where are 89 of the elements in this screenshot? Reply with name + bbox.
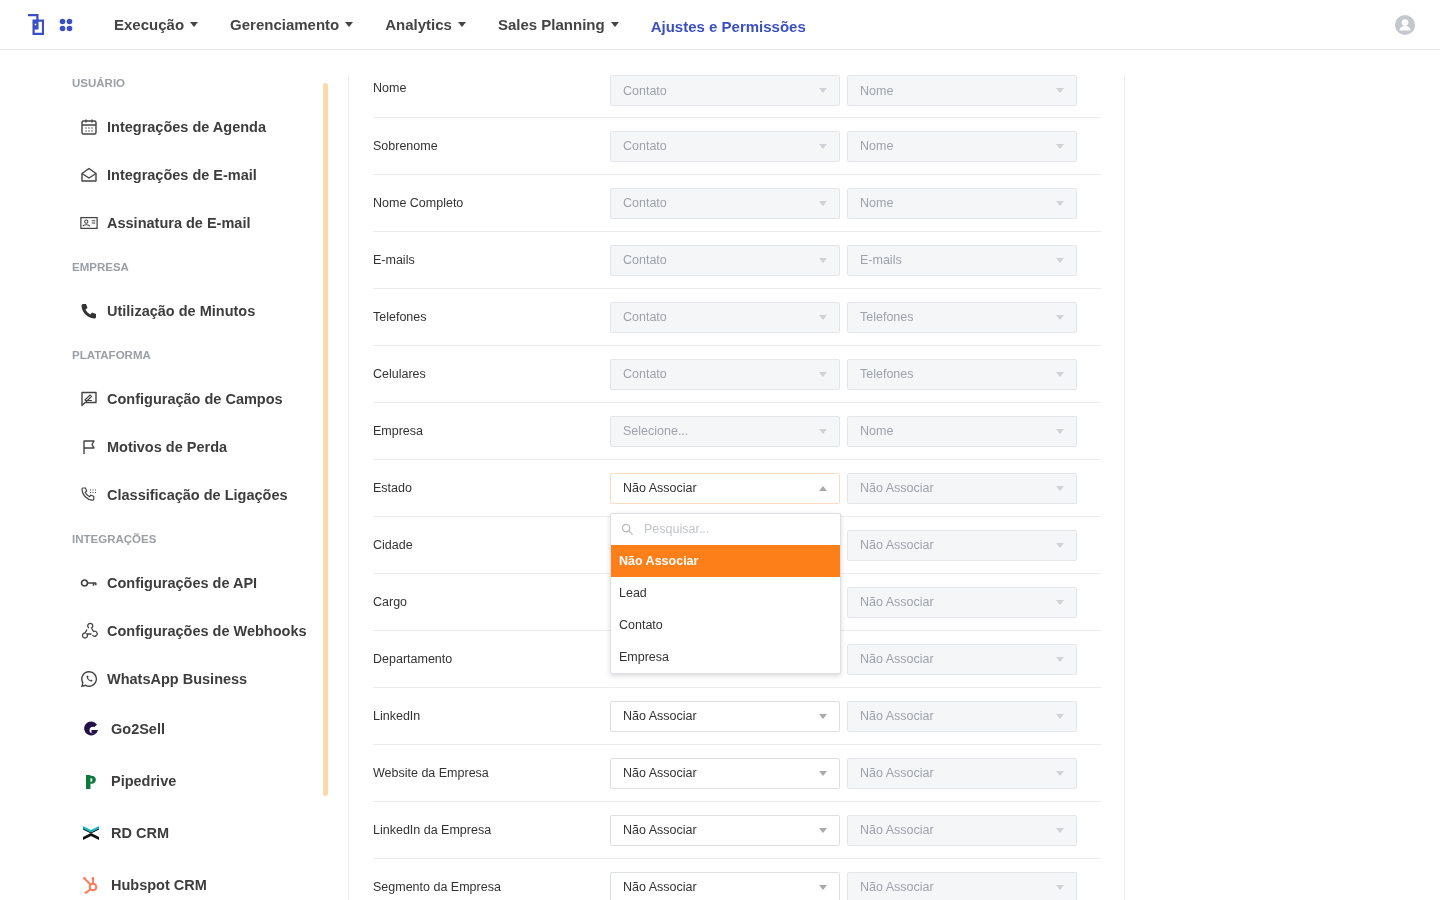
caret-icon (819, 88, 827, 93)
field-label: Departamento (373, 652, 454, 666)
sprocket-logo-icon (82, 876, 100, 894)
caret-icon (1056, 428, 1064, 434)
caret-icon (819, 143, 827, 149)
scrollbar[interactable] (323, 83, 328, 796)
sidebar-item[interactable]: WhatsApp Business (72, 655, 330, 703)
flag-icon (80, 438, 98, 456)
section-heading: INTEGRAÇÕES (72, 532, 158, 547)
caret-icon (1056, 713, 1064, 719)
field-label: Empresa (373, 424, 425, 438)
search-icon (621, 522, 634, 536)
caret-icon (819, 884, 827, 890)
caret-icon (1056, 485, 1064, 491)
dropdown-option[interactable]: Empresa (611, 640, 840, 673)
caret-icon (1056, 599, 1064, 605)
logo-icon[interactable] (27, 14, 44, 35)
caret-icon (819, 314, 827, 320)
caret-icon (1056, 314, 1064, 320)
sidebar-item[interactable]: Configuração de Campos (72, 375, 330, 423)
caret-icon (1056, 143, 1064, 149)
g-logo-icon (82, 720, 100, 738)
field-label: Segmento da Empresa (373, 880, 502, 894)
caret-icon (819, 428, 827, 434)
field-label: Sobrenome (373, 139, 439, 153)
id-card-icon (80, 214, 98, 232)
sidebar-item[interactable]: Configurações de API (72, 559, 330, 607)
dropdown-option[interactable]: Lead (611, 576, 840, 609)
caret-icon (1056, 884, 1064, 890)
field-label: LinkedIn (373, 709, 422, 723)
caret-icon (819, 713, 827, 719)
apps-icon[interactable] (59, 17, 73, 32)
envelope-icon (80, 166, 98, 184)
dropdown-option[interactable]: Contato (611, 608, 840, 641)
caret-icon (1056, 88, 1064, 93)
caret-icon (1056, 257, 1064, 263)
field-label: Cargo (373, 595, 409, 609)
select-field[interactable]: Não Associar (610, 871, 840, 900)
select-field[interactable]: Não Associar (610, 814, 840, 846)
caret-icon (819, 827, 827, 833)
sidebar-item[interactable]: Go2Sell (72, 703, 330, 755)
field-label: Celulares (373, 367, 427, 381)
caret-icon (1056, 542, 1064, 548)
select-field[interactable]: Não Associar (610, 472, 840, 504)
caret-icon (1056, 770, 1064, 776)
field-label: LinkedIn da Empresa (373, 823, 493, 837)
chevrons-logo-icon (82, 824, 100, 842)
sidebar-item[interactable]: Configurações de Webhooks (72, 607, 330, 655)
caret-icon (1056, 371, 1064, 377)
phone-icon (80, 486, 98, 504)
field-label: E-mails (373, 253, 416, 267)
field-label: Telefones (373, 310, 428, 324)
select-field[interactable]: Não Associar (610, 700, 840, 732)
field-label: Nome (373, 81, 408, 95)
caret-icon (819, 257, 827, 263)
field-label: Estado (373, 481, 413, 495)
select-field[interactable]: Não Associar (610, 757, 840, 789)
section-heading: PLATAFORMA (72, 348, 152, 363)
webhook-icon (80, 622, 98, 640)
calendar-icon (80, 118, 98, 136)
phone-icon (80, 302, 98, 320)
section-heading: EMPRESA (72, 260, 130, 275)
nav-menu[interactable]: Analytics (369, 16, 482, 33)
chat-edit-icon (80, 390, 98, 408)
sidebar-item[interactable]: Classificação de Ligações (72, 471, 330, 519)
section-heading: USUÁRIO (72, 76, 127, 91)
sidebar-item[interactable]: Integrações de Agenda (72, 103, 330, 151)
nav-menu[interactable]: Ajustes e Permissões (634, 18, 822, 35)
sidebar-item[interactable]: Assinatura de E-mail (72, 199, 330, 247)
chat-bubble-icon (80, 670, 98, 688)
sidebar-item[interactable]: Hubspot CRM (72, 859, 330, 900)
field-label: Cidade (373, 538, 414, 552)
sidebar-item[interactable]: Utilização de Minutos (72, 287, 330, 335)
field-label: Nome Completo (373, 196, 465, 210)
caret-icon (819, 371, 827, 377)
caret-icon (1056, 200, 1064, 206)
caret-icon (819, 485, 827, 491)
sidebar-item[interactable]: RD CRM (72, 807, 330, 859)
field-label: Website da Empresa (373, 766, 490, 780)
nav-menu[interactable]: Execução (98, 16, 215, 33)
sidebar-item[interactable]: Integrações de E-mail (72, 151, 330, 199)
caret-icon (1056, 827, 1064, 833)
nav-menu[interactable]: Sales Planning (481, 16, 635, 33)
nav-menu[interactable]: Gerenciamento (214, 16, 370, 33)
caret-icon (1056, 656, 1064, 662)
sidebar-item[interactable]: Motivos de Perda (72, 423, 330, 471)
caret-icon (819, 200, 827, 206)
caret-icon (819, 770, 827, 776)
sidebar-item[interactable]: Pipedrive (72, 755, 330, 807)
